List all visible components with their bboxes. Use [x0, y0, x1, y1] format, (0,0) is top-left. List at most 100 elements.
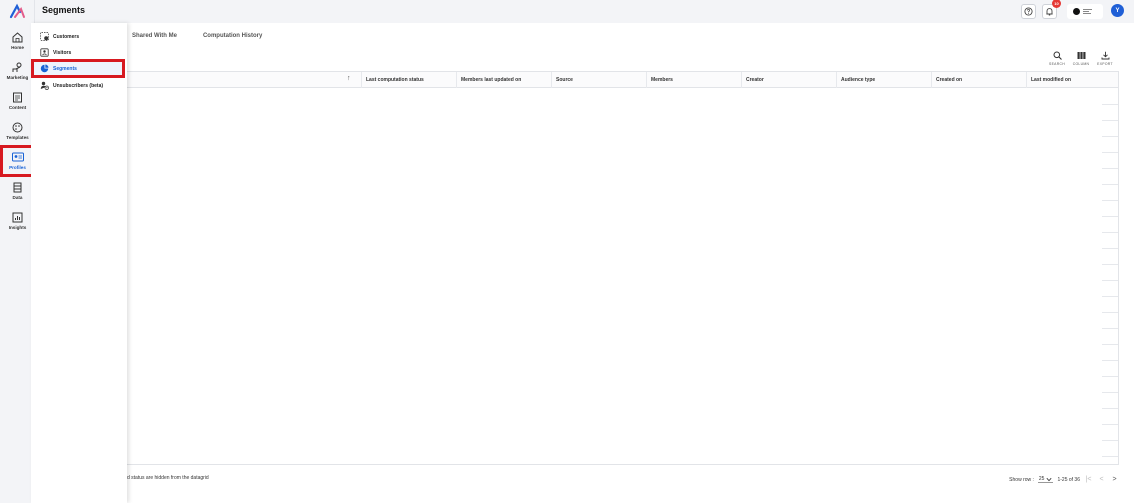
rail-item-data[interactable]: Data — [2, 177, 33, 205]
row-divider — [1102, 280, 1118, 281]
row-divider — [1102, 440, 1118, 441]
row-divider — [1102, 104, 1118, 105]
row-divider — [1102, 264, 1118, 265]
flyout-item-customers[interactable]: Customers — [33, 29, 123, 44]
left-nav-rail: Home Marketing Content Templates Profile… — [0, 0, 35, 503]
org-name-placeholder — [1083, 9, 1092, 14]
show-row-label: Show row : — [1009, 476, 1034, 483]
unsubscribe-icon — [40, 81, 49, 90]
column-button[interactable]: COLUMN — [1072, 51, 1090, 66]
search-button[interactable]: SEARCH — [1048, 51, 1066, 66]
rows-per-page-value: 25 — [1038, 476, 1045, 482]
rail-item-insights[interactable]: Insights — [2, 207, 33, 235]
grid-footer: d status are hidden from the datagrid Sh… — [127, 465, 1119, 503]
row-divider — [1102, 456, 1118, 457]
rail-label: Templates — [6, 135, 29, 140]
flyout-item-segments[interactable]: Segments — [31, 59, 125, 78]
col-header-name[interactable]: e — [119, 72, 361, 88]
segments-datagrid: e ↑ Last computation status Members last… — [123, 71, 1119, 465]
next-page-button[interactable]: > — [1110, 476, 1119, 483]
flyout-item-label: Visitors — [53, 49, 72, 56]
org-logo-icon — [1073, 8, 1080, 15]
col-header-members-last-updated[interactable]: Members last updated on — [456, 72, 551, 88]
home-icon — [12, 31, 24, 43]
download-icon — [1101, 51, 1109, 60]
tab-computation-history[interactable]: Computation History — [198, 23, 267, 49]
app-logo-icon[interactable] — [9, 3, 26, 20]
search-icon — [1053, 51, 1062, 60]
rail-item-home[interactable]: Home — [2, 27, 33, 55]
hidden-status-note: d status are hidden from the datagrid — [127, 475, 209, 481]
pagination: Show row : 25 1-25 of 36 |< < > — [1009, 476, 1119, 483]
notification-count-badge: 10 — [1052, 0, 1061, 8]
rows-per-page-select[interactable]: 25 — [1037, 476, 1054, 483]
palette-icon — [12, 121, 24, 133]
grid-toolbar: SEARCH COLUMN EXPORT — [1048, 51, 1114, 66]
row-divider — [1102, 312, 1118, 313]
flyout-item-visitors[interactable]: Visitors — [33, 45, 123, 60]
prev-page-button[interactable]: < — [1097, 476, 1106, 483]
row-divider — [1102, 392, 1118, 393]
bell-icon — [1046, 8, 1053, 16]
profiles-flyout-menu: Customers Visitors Segments Unsubscriber… — [31, 23, 127, 503]
document-icon — [12, 91, 24, 103]
pie-chart-icon — [40, 64, 49, 73]
row-divider — [1102, 168, 1118, 169]
col-header-last-modified-on[interactable]: Last modified on — [1026, 72, 1119, 88]
col-header-audience-type[interactable]: Audience type — [836, 72, 931, 88]
row-divider — [1102, 424, 1118, 425]
org-switcher[interactable] — [1067, 4, 1103, 19]
chart-icon — [12, 211, 24, 223]
search-label: SEARCH — [1049, 62, 1065, 66]
main-content: Shared With Me Computation History SEARC… — [123, 23, 1134, 503]
flyout-item-unsubscribers[interactable]: Unsubscribers (beta) — [33, 78, 123, 93]
column-label: COLUMN — [1072, 62, 1090, 66]
first-page-button[interactable]: |< — [1084, 476, 1093, 483]
col-header-creator[interactable]: Creator — [741, 72, 836, 88]
row-divider — [1102, 376, 1118, 377]
tab-shared-with-me[interactable]: Shared With Me — [127, 23, 182, 49]
visitors-icon — [40, 48, 49, 57]
columns-icon — [1077, 52, 1085, 59]
megaphone-icon — [12, 61, 24, 73]
help-icon — [1024, 7, 1033, 16]
row-divider — [1102, 344, 1118, 345]
col-header-members[interactable]: Members — [646, 72, 741, 88]
rail-label: Profiles — [9, 165, 26, 170]
database-icon — [12, 181, 24, 193]
rail-label: Home — [11, 45, 24, 50]
col-header-created-on[interactable]: Created on — [931, 72, 1026, 88]
rail-item-templates[interactable]: Templates — [2, 117, 33, 145]
col-header-source[interactable]: Source — [551, 72, 646, 88]
col-header-last-computation-status[interactable]: Last computation status — [361, 72, 456, 88]
page-title: Segments — [42, 5, 86, 15]
segment-tabs: Shared With Me Computation History — [127, 23, 283, 49]
row-divider — [1102, 248, 1118, 249]
rail-label: Content — [8, 105, 27, 110]
sort-ascending-icon[interactable]: ↑ — [347, 75, 351, 82]
profile-card-icon — [11, 151, 24, 163]
page-range: 1-25 of 36 — [1057, 476, 1080, 483]
rail-label: Insights — [8, 225, 27, 230]
row-divider — [1102, 184, 1118, 185]
rail-item-marketing[interactable]: Marketing — [2, 57, 33, 85]
export-button[interactable]: EXPORT — [1096, 51, 1114, 66]
flyout-item-label: Unsubscribers (beta) — [53, 82, 104, 89]
row-divider — [1102, 200, 1118, 201]
export-label: EXPORT — [1097, 62, 1113, 66]
row-divider — [1102, 408, 1118, 409]
row-divider — [1102, 296, 1118, 297]
row-divider — [1102, 152, 1118, 153]
help-button[interactable] — [1021, 4, 1036, 19]
flyout-item-label: Customers — [53, 33, 80, 40]
row-divider — [1102, 216, 1118, 217]
grid-header-row: e ↑ Last computation status Members last… — [123, 72, 1119, 88]
rail-label: Marketing — [6, 75, 29, 80]
customers-icon — [40, 32, 49, 41]
chevron-down-icon — [1046, 477, 1052, 481]
flyout-item-label: Segments — [53, 65, 77, 72]
row-divider — [1102, 328, 1118, 329]
user-avatar[interactable]: Y — [1111, 4, 1124, 17]
rail-item-content[interactable]: Content — [2, 87, 33, 115]
rail-item-profiles[interactable]: Profiles — [0, 145, 35, 177]
